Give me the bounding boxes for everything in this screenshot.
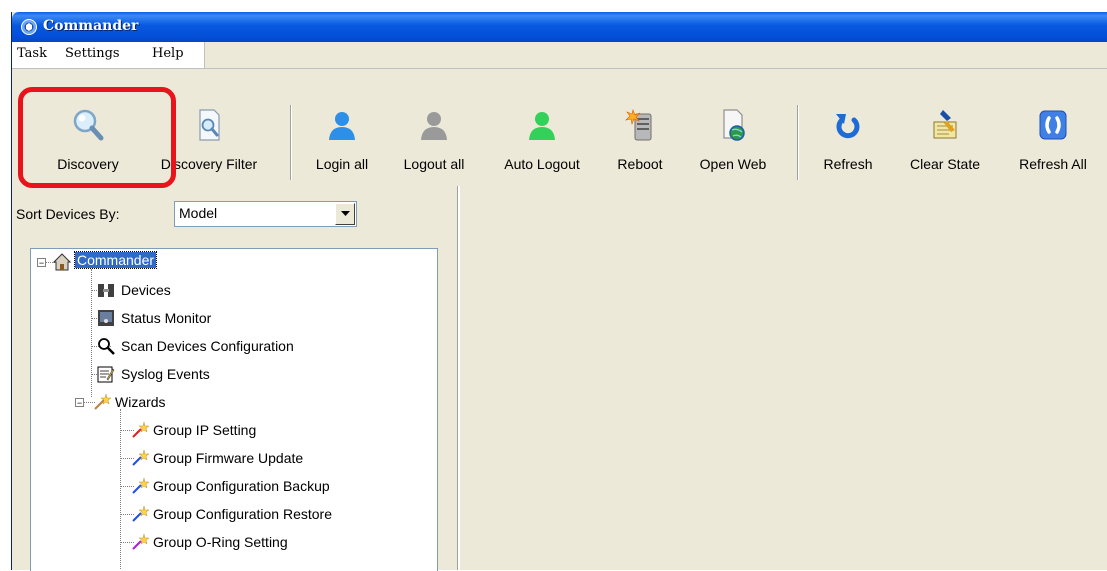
collapse-icon[interactable]: −: [37, 258, 46, 268]
wizard-blue-icon: [132, 505, 149, 522]
search-icon: [98, 338, 115, 355]
tree-root-label: Commander: [73, 251, 158, 269]
refresh-button[interactable]: Refresh: [808, 108, 888, 188]
reboot-button[interactable]: Reboot: [608, 108, 672, 188]
logout-all-button[interactable]: Logout all: [390, 108, 478, 188]
notepad-icon: [97, 366, 115, 383]
refresh-all-button[interactable]: Refresh All: [1004, 108, 1102, 188]
commander-app-icon: [21, 19, 37, 35]
wizard-purple-icon: [132, 533, 149, 550]
tree-item-label: Wizards: [115, 394, 166, 410]
tree-item-label: Group Firmware Update: [153, 450, 304, 466]
tree-item-label: Status Monitor: [121, 310, 212, 326]
open-web-label: Open Web: [699, 156, 767, 172]
collapse-icon[interactable]: −: [75, 398, 84, 408]
auto-logout-label: Auto Logout: [504, 156, 580, 172]
wizard-red-icon: [132, 421, 149, 438]
user-green-icon: [529, 112, 555, 140]
title-bar[interactable]: Commander: [12, 12, 1107, 42]
sort-devices-label: Sort Devices By:: [16, 206, 120, 222]
sort-devices-select[interactable]: Model: [174, 201, 357, 227]
content-pane: [460, 186, 1107, 570]
open-web-button[interactable]: Open Web: [682, 108, 784, 188]
wizard-blue-icon: [132, 477, 149, 494]
logout-all-label: Logout all: [403, 156, 465, 172]
login-all-label: Login all: [315, 156, 369, 172]
toolbar-separator-2: [797, 105, 799, 180]
tree-item-label: Group Configuration Restore: [153, 506, 332, 522]
user-gray-icon: [421, 112, 447, 140]
web-page-icon: [723, 109, 745, 141]
login-all-button[interactable]: Login all: [302, 108, 382, 188]
tree-item-label: Devices: [121, 282, 171, 298]
clear-state-button[interactable]: Clear State: [893, 108, 997, 188]
home-icon: [53, 253, 71, 271]
monitor-icon: [98, 310, 114, 326]
magic-wand-icon: [94, 393, 111, 410]
menu-bar-filler: [205, 42, 1107, 69]
refresh-arrow-icon: [836, 114, 860, 139]
refresh-all-icon: [1039, 110, 1067, 140]
refresh-all-label: Refresh All: [1019, 156, 1087, 172]
server-reboot-icon: [625, 109, 652, 141]
refresh-label: Refresh: [823, 156, 873, 172]
menu-help[interactable]: Help: [152, 46, 184, 61]
menu-bar: Task Settings Help: [12, 42, 205, 69]
tree-item-label: Group Configuration Backup: [153, 478, 330, 494]
tree-item-label: Group O-Ring Setting: [153, 534, 288, 550]
toolbar-separator: [290, 105, 292, 180]
tree-connector: [120, 409, 121, 569]
sort-devices-value: Model: [179, 205, 218, 221]
auto-logout-button[interactable]: Auto Logout: [487, 108, 597, 188]
chevron-down-icon[interactable]: [335, 203, 355, 225]
tree-item-label: Syslog Events: [121, 366, 210, 382]
tree-item-label: Group IP Setting: [153, 422, 257, 438]
devices-icon: [98, 284, 114, 297]
document-search-icon: [199, 109, 220, 141]
reboot-label: Reboot: [617, 156, 663, 172]
discovery-highlight-box: [18, 87, 176, 188]
wizard-blue-icon: [132, 449, 149, 466]
device-tree[interactable]: − Commander Devices Status Monitor Scan …: [30, 248, 438, 571]
user-blue-icon: [329, 112, 355, 140]
tree-item-label: Scan Devices Configuration: [121, 338, 294, 354]
menu-task[interactable]: Task: [17, 46, 47, 61]
window-title: Commander: [43, 18, 139, 34]
menu-settings[interactable]: Settings: [65, 46, 120, 61]
clear-state-label: Clear State: [909, 156, 981, 172]
clear-brush-icon: [933, 110, 957, 139]
tree-connector: [91, 269, 92, 397]
